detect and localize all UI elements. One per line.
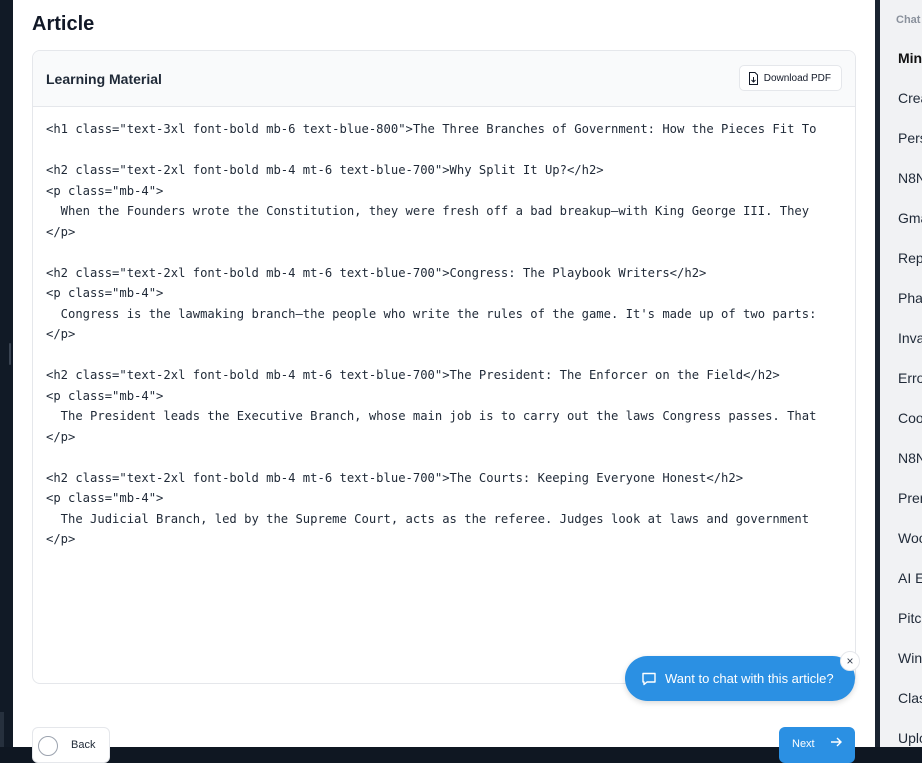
- sidebar-chat-item[interactable]: Uplo: [898, 730, 922, 746]
- card-header: Learning Material Download PDF: [33, 51, 855, 107]
- next-label: Next: [792, 738, 815, 750]
- back-label: Back: [71, 739, 96, 751]
- chat-bubble-icon: [641, 671, 657, 687]
- sidebar-heading: Chat: [896, 14, 921, 26]
- back-button[interactable]: Back: [32, 727, 110, 763]
- sidebar-chat-item[interactable]: Pren: [898, 490, 922, 506]
- sidebar-chat-item[interactable]: Erro: [898, 370, 922, 386]
- code-line: <p class="mb-4">: [46, 388, 164, 403]
- sidebar-chat-item[interactable]: Gma: [898, 210, 922, 226]
- download-pdf-button[interactable]: Download PDF: [738, 65, 842, 91]
- back-circle-icon: [38, 736, 58, 756]
- chat-cta-label: Want to chat with this article?: [665, 671, 834, 686]
- sidebar-chat-item[interactable]: Clas: [898, 690, 922, 706]
- download-pdf-label: Download PDF: [763, 72, 831, 84]
- code-line: Congress is the lawmaking branch—the peo…: [46, 306, 817, 321]
- code-line: <h2 class="text-2xl font-bold mb-4 mt-6 …: [46, 163, 604, 177]
- code-line: </p>: [46, 224, 76, 239]
- main-content: Article Learning Material Download PDF <…: [13, 0, 875, 763]
- code-line: <p class="mb-4">: [46, 183, 164, 198]
- sidebar-chat-item[interactable]: AI E: [898, 570, 922, 586]
- code-line: <h1 class="text-3xl font-bold mb-6 text-…: [46, 122, 817, 136]
- sidebar-chat-item[interactable]: Min: [898, 50, 922, 66]
- sidebar-chat-item[interactable]: Pers: [898, 130, 922, 146]
- sidebar-chat-item[interactable]: N8N: [898, 450, 922, 466]
- chat-history-sidebar: Chat Min Crea Pers N8N Gma Rep Pha Inva Erro Coo N…: [880, 0, 922, 747]
- resize-handle[interactable]: [9, 343, 11, 365]
- sidebar-chat-item[interactable]: Rep: [898, 250, 922, 266]
- left-edge-strip: [0, 0, 13, 747]
- sidebar-chat-item[interactable]: Crea: [898, 90, 922, 106]
- close-icon[interactable]: ×: [840, 651, 860, 671]
- sidebar-chat-item[interactable]: Pitc: [898, 610, 921, 626]
- code-line: The Judicial Branch, led by the Supreme …: [46, 511, 810, 526]
- learning-material-card: Learning Material Download PDF <h1 class…: [32, 50, 856, 684]
- code-line: </p>: [46, 429, 76, 444]
- sidebar-chat-item[interactable]: Inva: [898, 330, 922, 346]
- code-content: <h1 class="text-3xl font-bold mb-6 text-…: [46, 119, 855, 550]
- code-line: The President leads the Executive Branch…: [46, 409, 817, 423]
- file-download-icon: [748, 71, 759, 85]
- code-line: </p>: [46, 532, 76, 546]
- code-line: <h2 class="text-2xl font-bold mb-4 mt-6 …: [46, 265, 707, 280]
- code-line: <h2 class="text-2xl font-bold mb-4 mt-6 …: [46, 368, 780, 382]
- code-line: <p class="mb-4">: [46, 491, 164, 505]
- code-line: <p class="mb-4">: [46, 286, 164, 300]
- sidebar-chat-item[interactable]: Pha: [898, 290, 922, 306]
- sidebar-chat-item[interactable]: Win: [898, 650, 922, 666]
- next-button[interactable]: Next: [779, 727, 855, 763]
- sidebar-chat-item[interactable]: Woo: [898, 530, 922, 546]
- chat-with-article-button[interactable]: Want to chat with this article?: [625, 656, 855, 701]
- card-title: Learning Material: [46, 71, 162, 87]
- code-line: </p>: [46, 327, 76, 341]
- page-title: Article: [32, 13, 95, 35]
- sidebar-chat-item[interactable]: Coo: [898, 410, 922, 426]
- arrow-right-icon: [829, 735, 843, 752]
- sidebar-chat-item[interactable]: N8N: [898, 170, 922, 186]
- code-line: When the Founders wrote the Constitution…: [46, 204, 810, 218]
- edge-block: [0, 712, 4, 747]
- code-line: <h2 class="text-2xl font-bold mb-4 mt-6 …: [46, 470, 744, 485]
